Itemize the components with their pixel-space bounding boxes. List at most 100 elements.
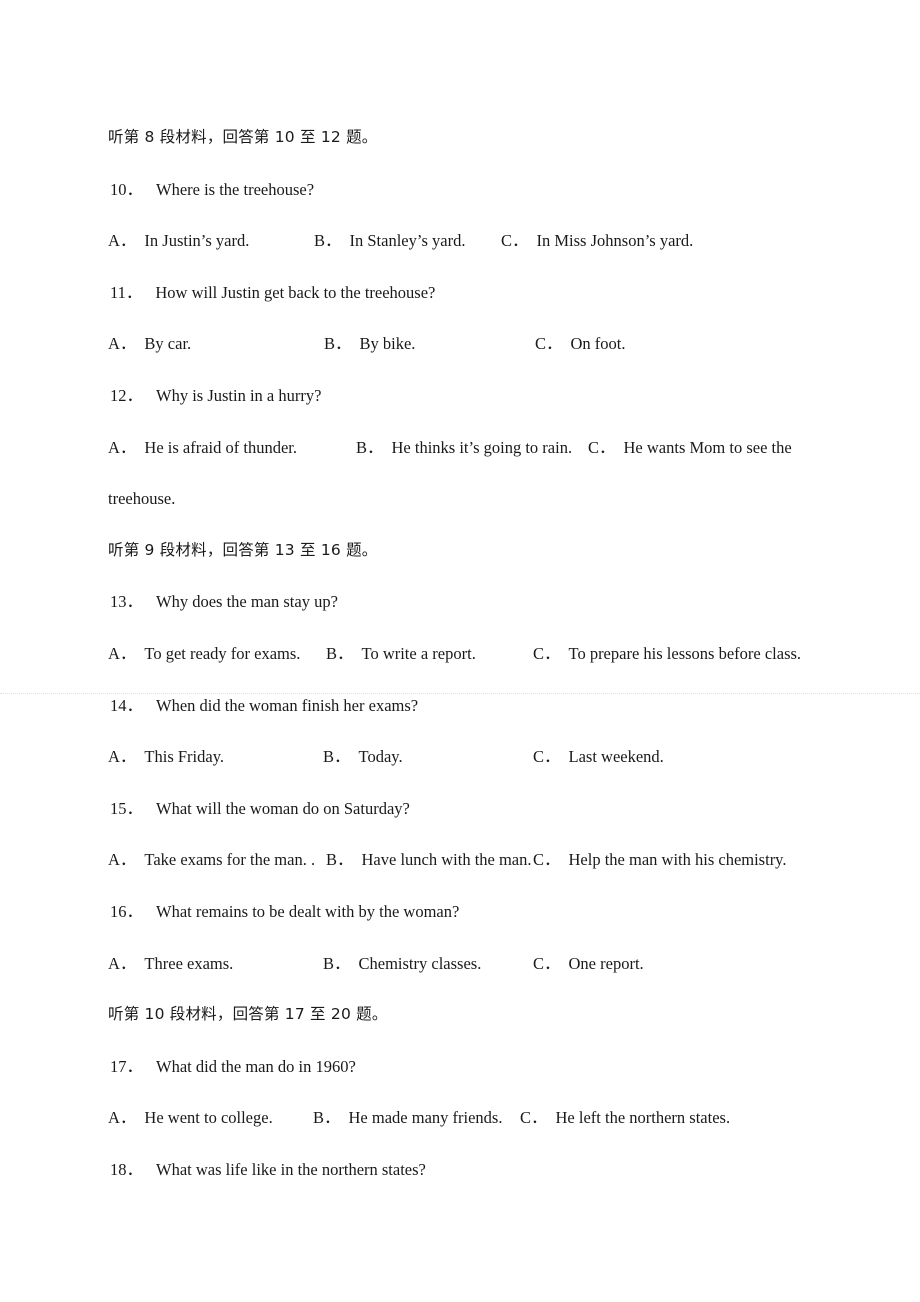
option-text: He made many friends. [348,1108,503,1128]
option-letter: B． [326,643,354,663]
option-letter: C． [533,953,561,973]
question-stem: Where is the treehouse? [156,179,315,199]
question-number: 13． [110,592,143,612]
option-text: Today. [358,747,403,767]
question-line: 12． Why is Justin in a hurry? [108,370,898,422]
question-stem: What was life like in the northern state… [156,1159,426,1179]
question-stem: Why does the man stay up? [156,592,338,612]
answer-option[interactable]: B． He made many friends. [313,1092,502,1144]
answer-option[interactable]: C． To prepare his lessons before class. [533,628,801,680]
option-letter: B． [356,437,384,457]
question-line: 14． When did the woman finish her exams? [108,680,898,732]
option-text: One report. [568,953,644,973]
answer-option[interactable]: B． In Stanley’s yard. [314,215,465,267]
document-page: 听第 8 段材料，回答第 10 至 12 题。 10． Where is the t… [0,0,920,1302]
option-text: To prepare his lessons before class. [568,643,802,663]
option-letter: C． [533,850,561,870]
option-letter: A． [108,643,137,663]
option-row: A． This Friday. B． Today. C． Last weekend. [108,731,898,783]
question-stem: When did the woman finish her exams? [156,695,419,715]
option-text: To write a report. [361,643,476,663]
question-number: 16． [110,901,143,921]
option-text: Have lunch with the man. [361,850,532,870]
answer-option[interactable]: B． Have lunch with the man. [326,834,532,886]
option-text: This Friday. [144,747,225,767]
option-text: Chemistry classes. [358,953,482,973]
option-letter: A． [108,334,137,354]
question-number: 12． [110,385,143,405]
option-text: In Justin’s yard. [144,231,250,251]
question-line: 16． What remains to be dealt with by the … [108,886,898,938]
option-row: A． By car. B． By bike. C． On foot. [108,318,898,370]
answer-option[interactable]: A． To get ready for exams. [108,628,300,680]
question-stem: How will Justin get back to the treehous… [155,282,436,302]
option-letter: A． [108,231,137,251]
question-line: 13． Why does the man stay up? [108,576,898,628]
answer-option[interactable]: C． Last weekend. [533,731,664,783]
option-letter: B． [323,747,351,767]
question-number: 14． [110,695,143,715]
answer-option[interactable]: A． This Friday. [108,731,224,783]
answer-option[interactable]: C． In Miss Johnson’s yard. [501,215,693,267]
question-number: 18． [110,1159,143,1179]
question-stem: What will the woman do on Saturday? [156,798,410,818]
option-text: By car. [144,334,192,354]
answer-option[interactable]: B． To write a report. [326,628,476,680]
answer-option[interactable]: A． In Justin’s yard. [108,215,249,267]
option-letter: C． [533,747,561,767]
option-letter: C． [520,1108,548,1128]
option-letter: C． [588,437,616,457]
option-letter: A． [108,747,137,767]
option-row: A． Three exams. B． Chemistry classes. C． One … [108,938,898,990]
answer-option[interactable]: B． Chemistry classes. [323,938,481,990]
answer-option[interactable]: C． One report. [533,938,644,990]
option-letter: B． [314,231,342,251]
answer-option[interactable]: B． By bike. [324,318,415,370]
option-text: Three exams. [144,953,234,973]
page-break-rule [0,693,920,694]
section-heading: 听第 10 段材料，回答第 17 至 20 题。 [108,1005,388,1024]
option-letter: C． [501,231,529,251]
option-row: A． In Justin’s yard. B． In Stanley’s yard. C… [108,215,898,267]
option-text: To get ready for exams. [144,643,301,663]
option-row: A． Take exams for the man. . B． Have lunch … [108,834,898,886]
question-line: 11． How will Justin get back to the treeh… [108,267,898,319]
option-text: He wants Mom to see the [623,437,792,457]
section-heading: 听第 8 段材料，回答第 10 至 12 题。 [108,128,378,146]
question-line: 18． What was life like in the northern st… [108,1144,898,1196]
option-row: A． He went to college. B． He made many frie… [108,1092,898,1144]
option-letter: B． [324,334,352,354]
option-continuation-line: treehouse. [108,489,176,509]
option-text: On foot. [570,334,626,354]
option-letter: B． [313,1108,341,1128]
question-number: 15． [110,798,143,818]
option-text: Last weekend. [568,747,664,767]
question-number: 10． [110,179,143,199]
answer-option[interactable]: B． He thinks it’s going to rain. [356,422,572,474]
option-text: He thinks it’s going to rain. [391,437,573,457]
option-text: In Miss Johnson’s yard. [536,231,694,251]
answer-option[interactable]: C． He left the northern states. [520,1092,730,1144]
section-heading: 听第 9 段材料，回答第 13 至 16 题。 [108,540,378,559]
option-text: Help the man with his chemistry. [568,850,787,870]
answer-option[interactable]: C． On foot. [535,318,626,370]
option-text: He left the northern states. [555,1108,731,1128]
answer-option[interactable]: C． Help the man with his chemistry. [533,834,787,886]
question-stem: What did the man do in 1960? [156,1056,356,1076]
answer-option[interactable]: A． By car. [108,318,191,370]
option-letter: B． [323,953,351,973]
option-row: A． To get ready for exams. B． To write a re… [108,628,898,680]
answer-option[interactable]: B． Today. [323,731,403,783]
answer-option[interactable]: A． He went to college. [108,1092,273,1144]
answer-option[interactable]: A． Take exams for the man. . [108,834,315,886]
answer-option[interactable]: A． He is afraid of thunder. [108,422,297,474]
option-text: In Stanley’s yard. [349,231,466,251]
question-number: 11． [110,282,143,302]
question-line: 15． What will the woman do on Saturday? [108,783,898,835]
option-letter: A． [108,1108,137,1128]
option-text: He is afraid of thunder. [144,437,297,457]
answer-option[interactable]: A． Three exams. [108,938,233,990]
answer-option[interactable]: C． He wants Mom to see the [588,422,792,474]
option-letter: C． [533,643,561,663]
option-text: By bike. [359,334,416,354]
